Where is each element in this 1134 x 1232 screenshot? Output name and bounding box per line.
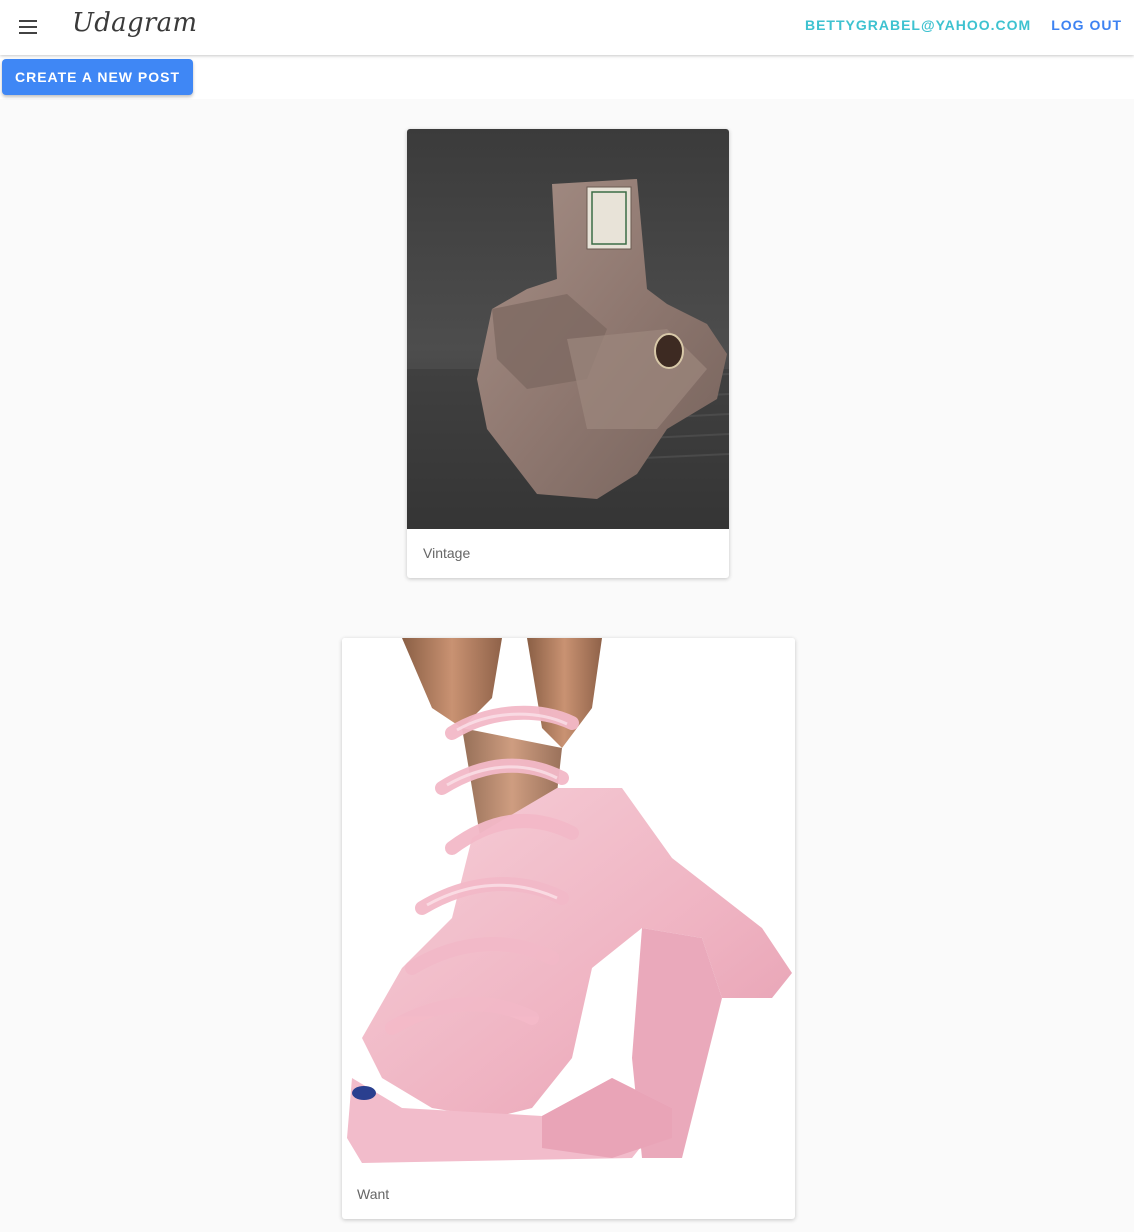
create-toolbar: CREATE A NEW POST (0, 55, 1134, 99)
user-email-link[interactable]: BETTYGRABEL@YAHOO.COM (805, 17, 1031, 33)
post-image-pink-shoe[interactable] (342, 638, 795, 1170)
post-caption: Vintage (423, 545, 471, 561)
logout-button[interactable]: LOG OUT (1051, 17, 1122, 33)
post-card: Want (342, 638, 795, 1219)
header-actions: BETTYGRABEL@YAHOO.COM LOG OUT (805, 17, 1122, 33)
menu-icon[interactable] (13, 12, 43, 42)
app-logo[interactable]: Udagram (72, 8, 197, 38)
top-app-bar: Udagram BETTYGRABEL@YAHOO.COM LOG OUT (0, 0, 1134, 55)
create-post-button[interactable]: CREATE A NEW POST (2, 59, 193, 95)
post-card: Vintage (407, 129, 729, 578)
post-image-stockings[interactable] (407, 129, 729, 529)
post-caption: Want (357, 1186, 390, 1202)
